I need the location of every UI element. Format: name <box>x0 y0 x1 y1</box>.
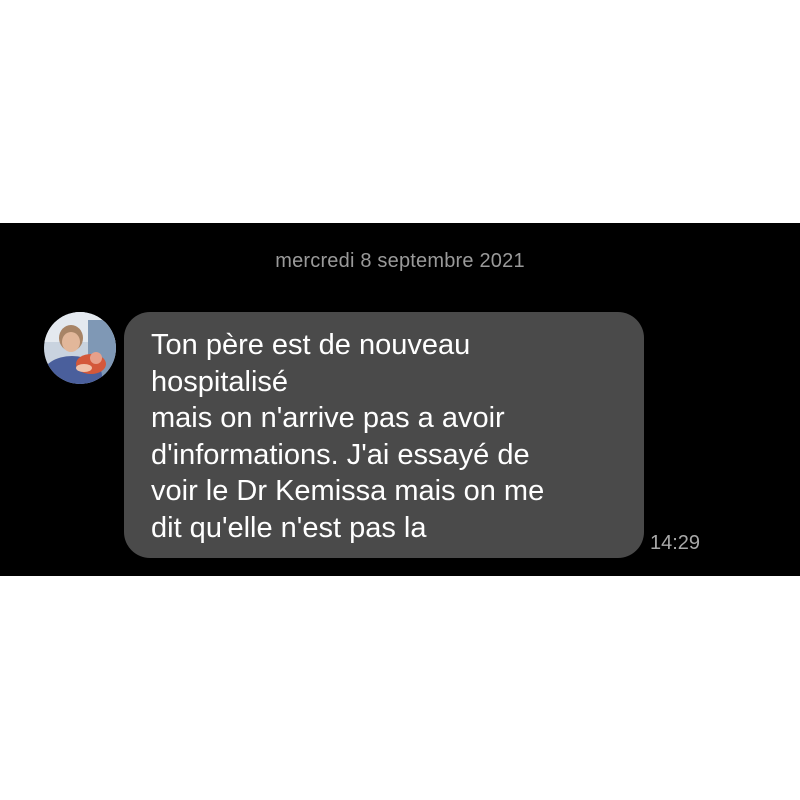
message-text-line: mais on n'arrive pas a avoir <box>151 402 505 434</box>
message-text-line: hospitalisé <box>151 365 289 398</box>
avatar[interactable] <box>44 312 116 384</box>
message-text-line: Ton père est de nouveau <box>151 329 471 361</box>
chat-panel: mercredi 8 septembre 2021 Ton père est d… <box>0 223 800 576</box>
date-divider: mercredi 8 septembre 2021 <box>275 250 525 272</box>
message-timestamp: 14:29 <box>650 532 701 554</box>
contact-photo-icon <box>44 312 116 384</box>
message-text-line: dit qu'elle n'est pas la <box>151 511 427 544</box>
message-text-line: d'informations. J'ai essayé de <box>151 438 530 471</box>
message-text-line: voir le Dr Kemissa mais on me <box>151 475 545 507</box>
message-bubble[interactable]: Ton père est de nouveau hospitalisé mais… <box>124 312 644 558</box>
